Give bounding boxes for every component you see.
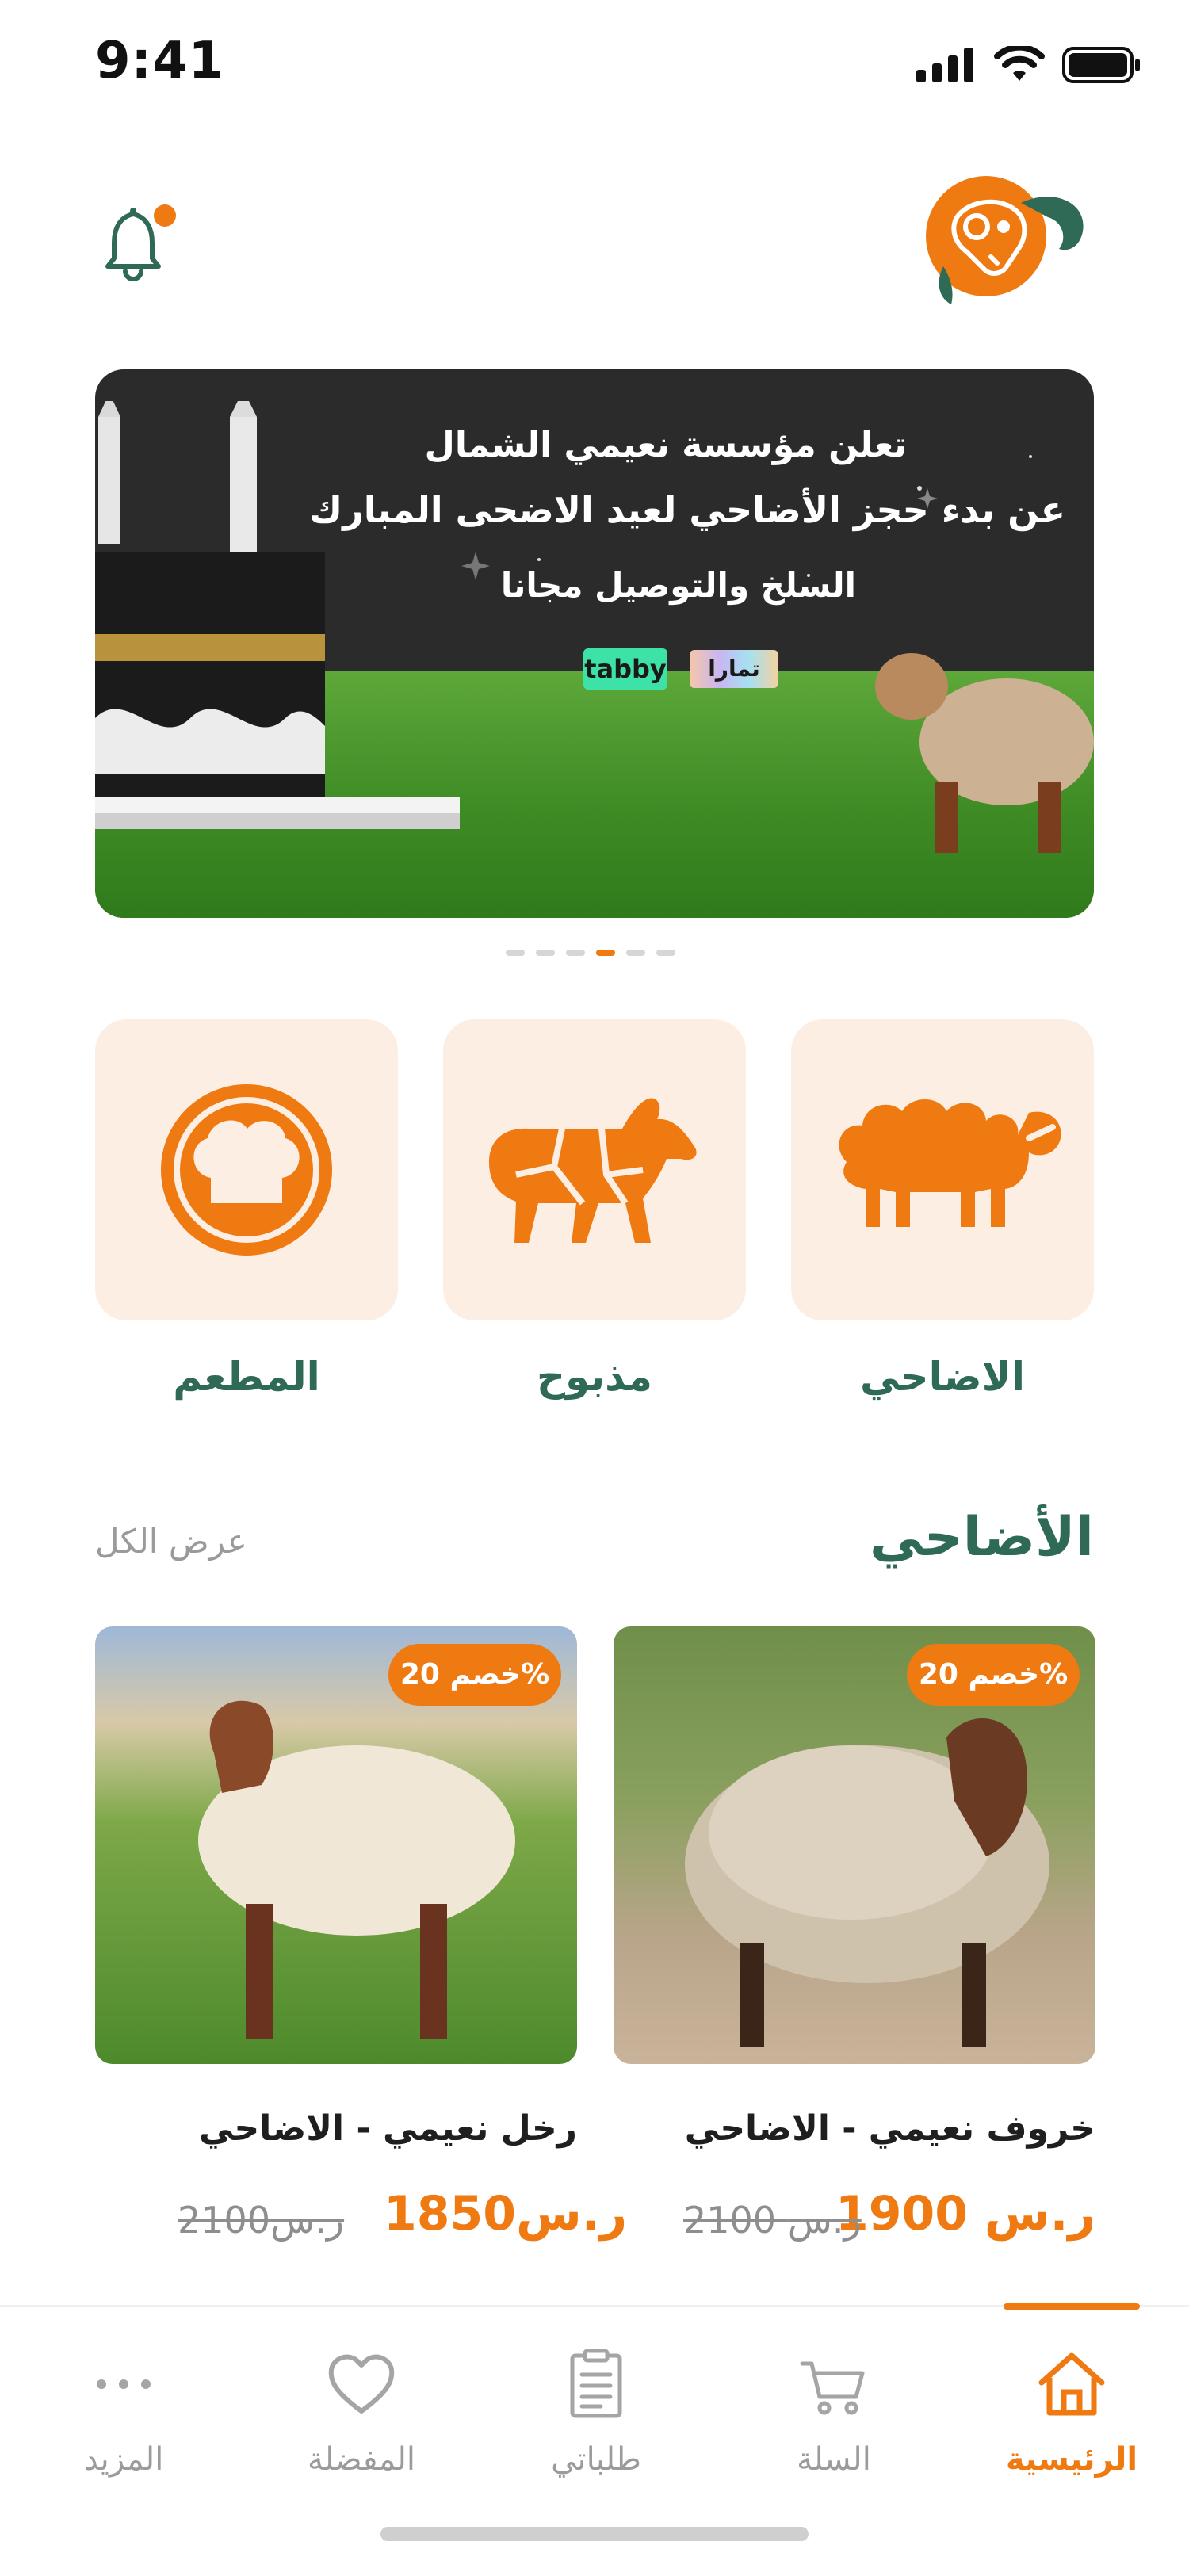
bell-icon: [105, 204, 176, 281]
product-old-price: 2100 ر.س: [683, 2199, 862, 2242]
view-all-link[interactable]: عرض الكل: [95, 1522, 247, 1561]
carousel-indicator[interactable]: [506, 950, 675, 956]
category-card-slaughtered[interactable]: [443, 1019, 746, 1320]
notification-button[interactable]: [101, 198, 178, 285]
carousel-dot-active[interactable]: [596, 950, 615, 956]
carousel-dot[interactable]: [536, 950, 555, 956]
home-icon: [1038, 2352, 1105, 2416]
carousel-dot[interactable]: [626, 950, 645, 956]
cart-icon: [800, 2361, 865, 2415]
product-price: 1900 ر.س: [835, 2186, 1095, 2242]
category-label-slaughtered: مذبوح: [537, 1354, 652, 1400]
category-label-adahi: الاضاحي: [859, 1354, 1026, 1400]
tab-more[interactable]: [84, 2345, 163, 2424]
tab-orders[interactable]: [556, 2345, 636, 2424]
banner-line-2: عن بدء حجز الأضاحي لعيد الاضحى المبارك: [309, 488, 1065, 531]
category-label-restaurant: المطعم: [173, 1354, 320, 1400]
discount-badge: خصم 20%: [388, 1644, 561, 1706]
banner-line-1: تعلن مؤسسة نعيمي الشمال: [424, 425, 907, 465]
product-price: 1850ر.س: [384, 2186, 628, 2242]
tabby-logo: tabby: [583, 648, 667, 690]
section-title: الأضاحي: [870, 1506, 1094, 1569]
category-card-restaurant[interactable]: [95, 1019, 398, 1320]
orders-icon: [570, 2349, 622, 2418]
product-image[interactable]: خصم 20%: [95, 1626, 577, 2064]
active-tab-indicator: [1004, 2303, 1140, 2310]
tab-label-home[interactable]: الرئيسية: [977, 2441, 1167, 2478]
more-icon: [97, 2379, 151, 2389]
product-title[interactable]: خروف نعيمي - الاضاحي: [614, 2108, 1095, 2149]
meat-cuts-icon: [489, 1098, 697, 1243]
tab-label-orders[interactable]: طلباتي: [501, 2441, 691, 2478]
wifi-icon: [994, 46, 1045, 81]
battery-icon: [1062, 47, 1140, 83]
tab-favorites[interactable]: [322, 2345, 401, 2424]
product-old-price: 2100ر.س: [178, 2199, 345, 2242]
product-title[interactable]: رخل نعيمي - الاضاحي: [95, 2108, 577, 2149]
signal-icon: [916, 48, 973, 82]
tab-label-favorites[interactable]: المفضلة: [266, 2441, 457, 2478]
tab-label-more[interactable]: المزيد: [29, 2441, 219, 2478]
discount-badge: خصم 20%: [907, 1644, 1080, 1706]
status-time: 9:41: [95, 32, 225, 90]
product-image[interactable]: خصم 20%: [614, 1626, 1095, 2064]
banner-sheep-image: [875, 653, 1094, 853]
tab-home[interactable]: [1032, 2345, 1111, 2424]
kaaba-illustration: [95, 401, 460, 829]
promo-banner[interactable]: تعلن مؤسسة نعيمي الشمال عن بدء حجز الأضا…: [95, 369, 1094, 918]
status-icons: [916, 46, 1141, 84]
sheep-icon: [839, 1099, 1061, 1227]
category-card-adahi[interactable]: [791, 1019, 1094, 1320]
tamara-logo: تمارا: [690, 650, 778, 688]
chef-hat-icon: [161, 1084, 332, 1256]
tab-label-cart[interactable]: السلة: [739, 2441, 929, 2478]
home-indicator[interactable]: [380, 2527, 809, 2541]
carousel-dot[interactable]: [506, 950, 525, 956]
tab-cart[interactable]: [794, 2345, 874, 2424]
home-screen: 9:41 تعلن مؤسسة نعيمي الشمال عن بدء حجز …: [0, 0, 1189, 2576]
carousel-dot[interactable]: [656, 950, 675, 956]
heart-icon: [328, 2354, 395, 2414]
carousel-dot[interactable]: [566, 950, 585, 956]
banner-line-3: السلخ والتوصيل مجانا: [500, 566, 856, 605]
brand-logo: [919, 171, 1094, 314]
